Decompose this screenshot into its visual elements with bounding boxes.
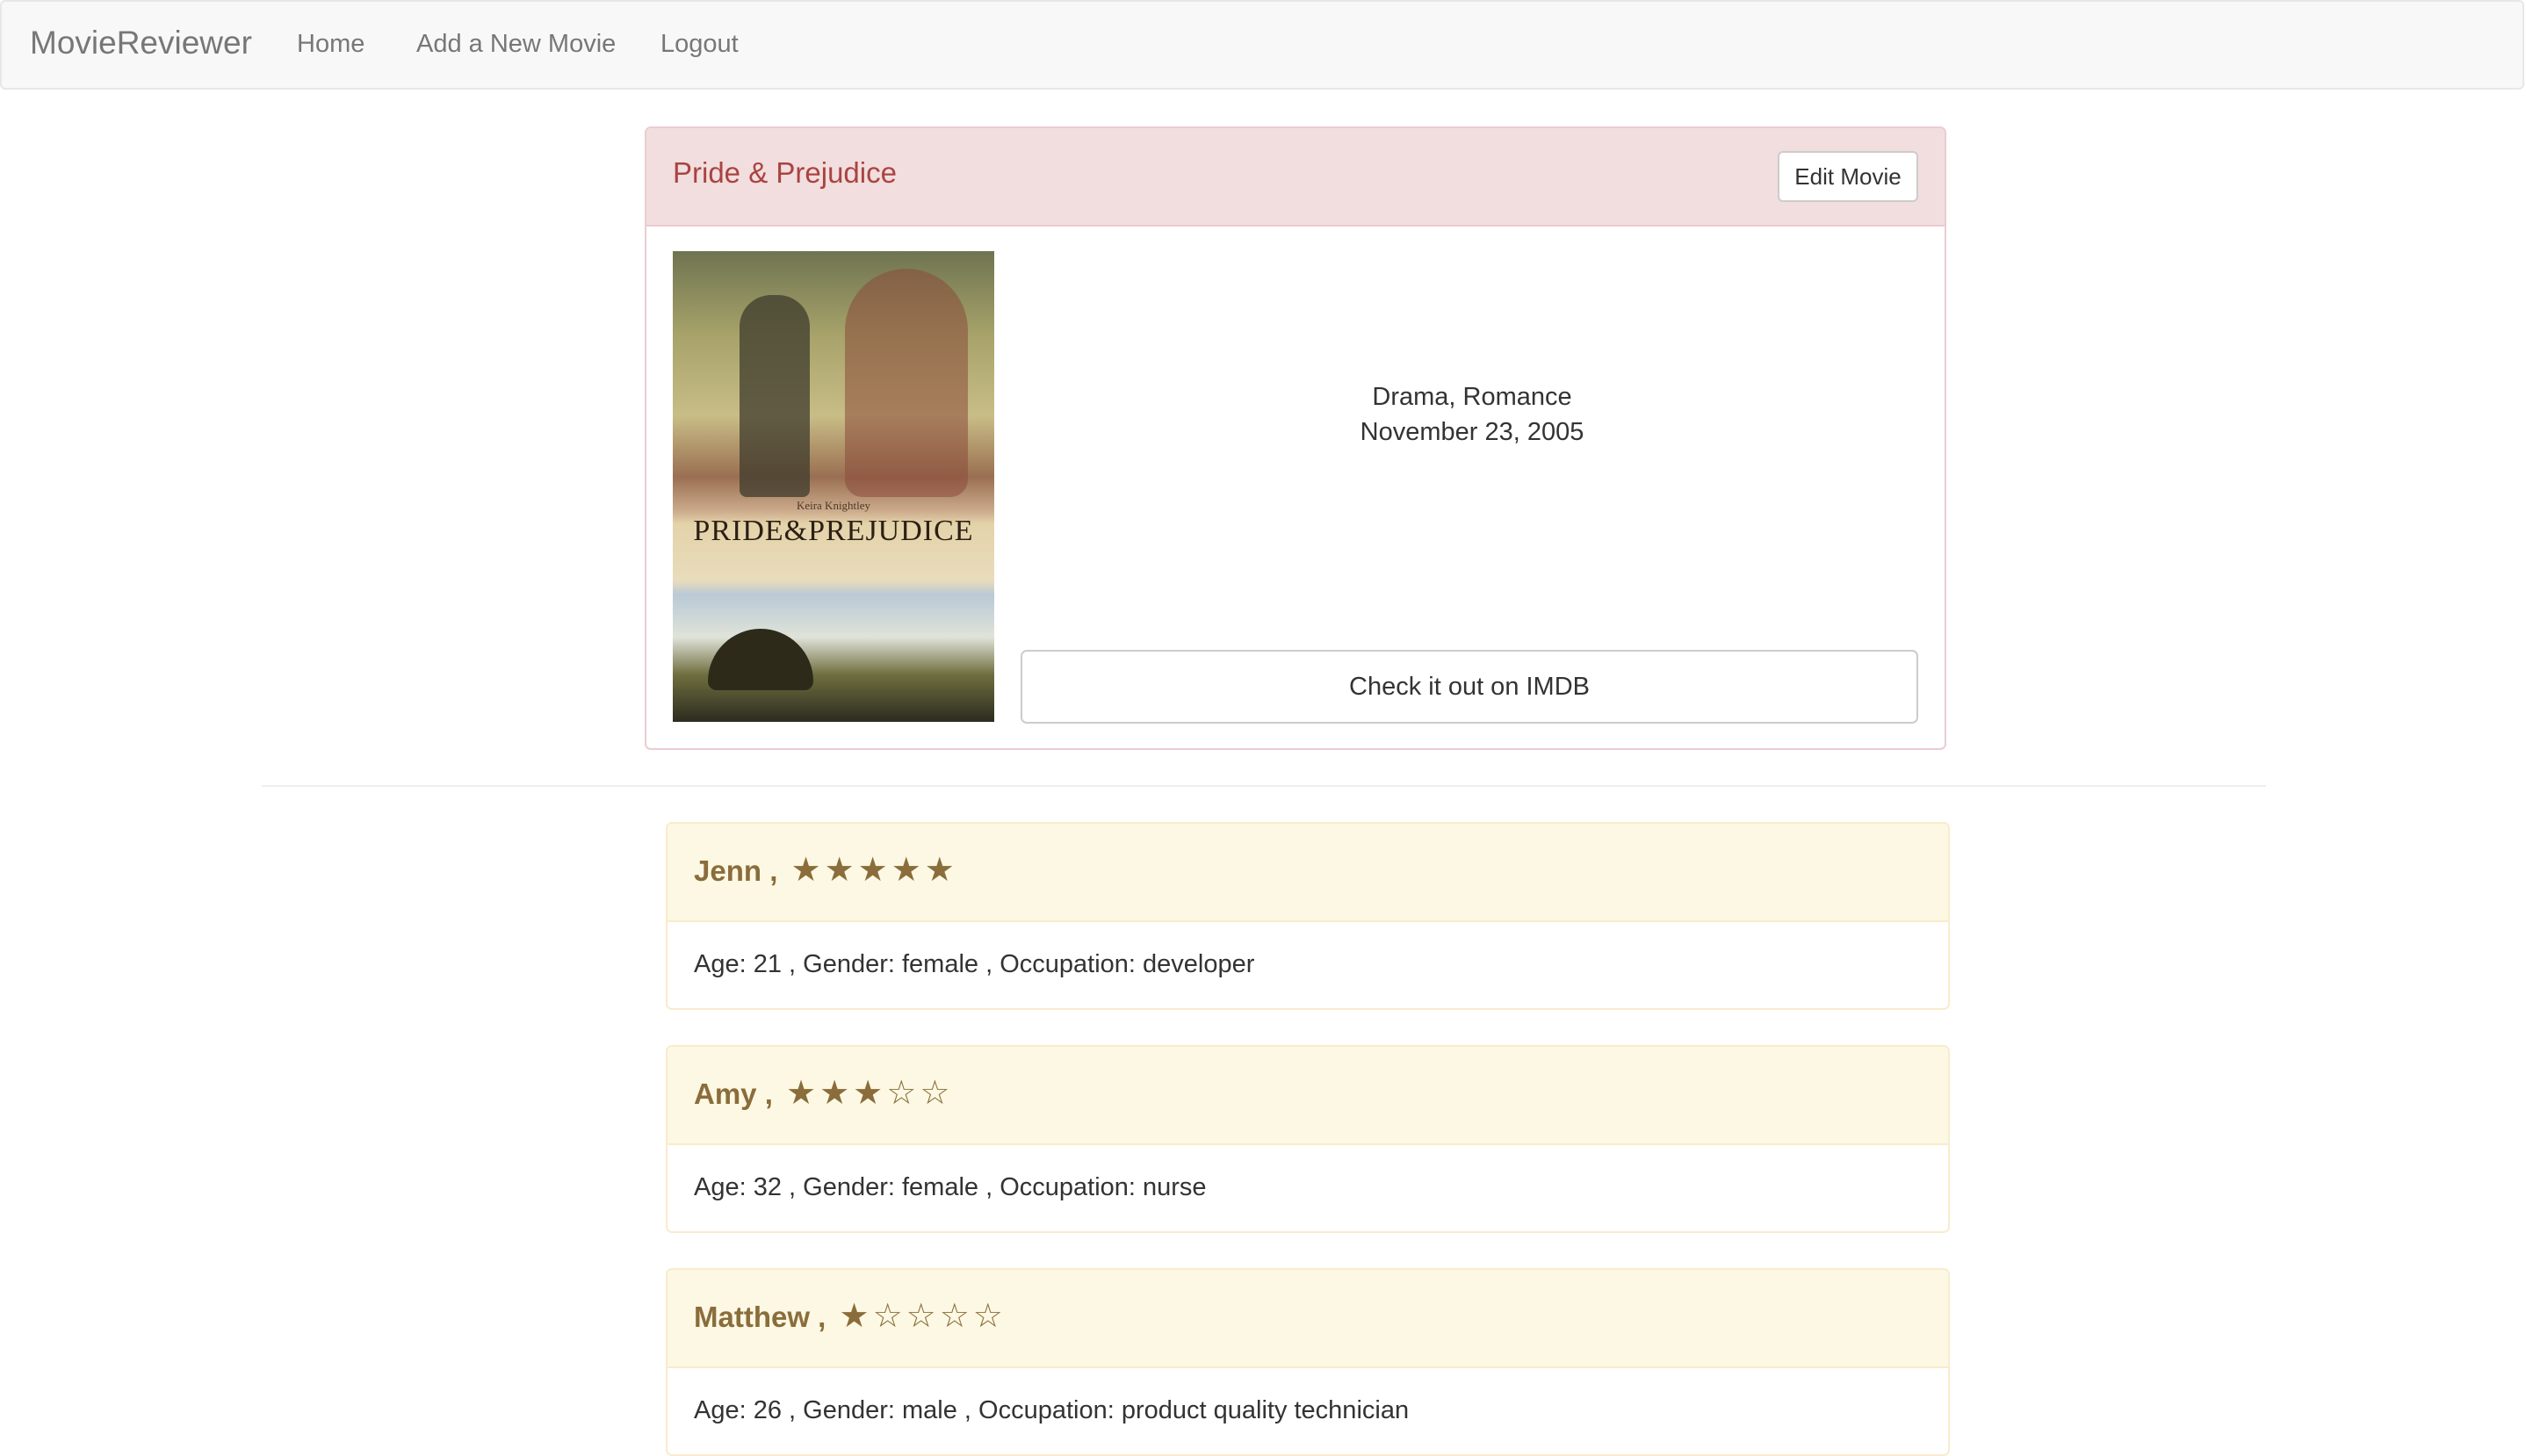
star-rating: ★☆☆☆☆ <box>839 1298 1007 1335</box>
nav-home-link[interactable]: Home <box>297 30 364 59</box>
movie-title: Pride & Prejudice <box>673 156 897 189</box>
reviewer-name-and-rating: Amy , ★★★☆☆ <box>694 1073 953 1113</box>
movie-release-date: November 23, 2005 <box>1360 418 1584 446</box>
review-card: Amy , ★★★☆☆ Age: 32 , Gender: female , O… <box>666 1045 1950 1233</box>
section-divider <box>262 785 2266 787</box>
imdb-link-button[interactable]: Check it out on IMDB <box>1021 650 1918 724</box>
poster-figure-man <box>740 295 810 497</box>
star-rating: ★★★☆☆ <box>786 1075 954 1112</box>
edit-movie-button[interactable]: Edit Movie <box>1778 151 1918 202</box>
review-header: Amy , ★★★☆☆ <box>668 1047 1948 1145</box>
reviewer-name: Amy , <box>694 1078 773 1110</box>
review-card: Jenn , ★★★★★ Age: 21 , Gender: female , … <box>666 822 1950 1010</box>
movie-info: Drama, Romance November 23, 2005 <box>1015 379 1929 450</box>
review-header: Matthew , ★☆☆☆☆ <box>668 1270 1948 1368</box>
review-card: Matthew , ★☆☆☆☆ Age: 26 , Gender: male ,… <box>666 1268 1950 1456</box>
reviewer-details: Age: 32 , Gender: female , Occupation: n… <box>694 1173 1207 1201</box>
poster-title: PRIDE&PREJUDICE <box>693 515 974 547</box>
brand-link[interactable]: MovieReviewer <box>30 25 252 61</box>
movie-panel: Pride & Prejudice Edit Movie Keira Knigh… <box>645 126 1946 750</box>
movie-genres: Drama, Romance <box>1372 383 1572 411</box>
poster-figure-woman <box>845 269 968 497</box>
reviewer-name: Matthew , <box>694 1301 826 1333</box>
reviewer-name-and-rating: Jenn , ★★★★★ <box>694 850 958 890</box>
reviewer-details: Age: 26 , Gender: male , Occupation: pro… <box>694 1396 1410 1424</box>
reviewer-name-and-rating: Matthew , ★☆☆☆☆ <box>694 1296 1007 1336</box>
reviewer-details: Age: 21 , Gender: female , Occupation: d… <box>694 950 1255 978</box>
top-navbar: MovieReviewer Home Add a New Movie Logou… <box>0 0 2524 90</box>
nav-add-movie-link[interactable]: Add a New Movie <box>416 30 616 59</box>
nav-logout-link[interactable]: Logout <box>660 30 739 59</box>
movie-panel-header: Pride & Prejudice Edit Movie <box>646 128 1945 227</box>
poster-tree <box>708 629 813 690</box>
reviewer-name: Jenn , <box>694 854 778 887</box>
poster-tagline: Keira Knightley <box>796 499 871 512</box>
star-rating: ★★★★★ <box>790 852 958 889</box>
movie-poster-image: Keira Knightley PRIDE&PREJUDICE <box>673 251 994 722</box>
review-header: Jenn , ★★★★★ <box>668 824 1948 922</box>
